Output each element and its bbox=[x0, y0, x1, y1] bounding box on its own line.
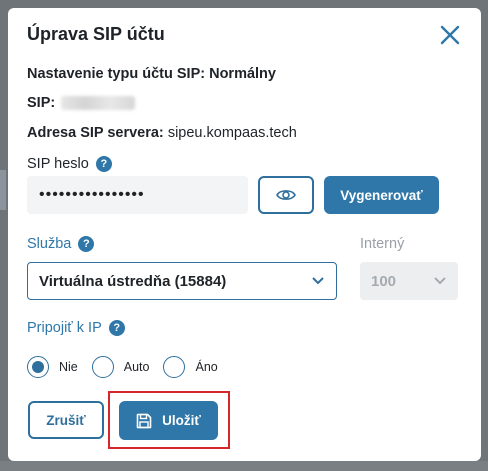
service-select-value: Virtuálna ústredňa (15884) bbox=[39, 272, 227, 290]
show-password-button[interactable] bbox=[258, 176, 314, 214]
account-type-info: Nastavenie typu účtu SIP: Normálny bbox=[27, 66, 276, 82]
radio-auto[interactable]: Auto bbox=[91, 356, 149, 378]
radio-circle[interactable] bbox=[27, 356, 49, 378]
radio-circle[interactable] bbox=[163, 356, 186, 378]
chevron-down-icon bbox=[434, 277, 446, 285]
save-icon bbox=[136, 413, 152, 428]
connect-ip-label: Pripojiť k IP? bbox=[27, 320, 125, 336]
close-icon[interactable] bbox=[439, 24, 461, 46]
radio-circle[interactable] bbox=[91, 356, 114, 378]
connect-ip-radio-group: Nie Auto Áno bbox=[27, 356, 232, 378]
help-icon[interactable]: ? bbox=[95, 156, 112, 172]
internal-select: 100 bbox=[360, 262, 458, 300]
chevron-down-icon bbox=[312, 277, 324, 285]
sip-number-info: SIP: bbox=[27, 95, 136, 111]
sip-server-value: sipeu.kompaas.tech bbox=[167, 125, 297, 141]
help-icon[interactable]: ? bbox=[108, 320, 125, 336]
eye-icon bbox=[276, 190, 296, 200]
internal-select-value: 100 bbox=[371, 272, 397, 290]
internal-label: Interný bbox=[360, 236, 405, 252]
service-label: Služba? bbox=[27, 236, 95, 252]
service-select[interactable]: Virtuálna ústredňa (15884) bbox=[27, 262, 337, 300]
radio-ano[interactable]: Áno bbox=[163, 356, 218, 378]
cancel-button[interactable]: Zrušiť bbox=[28, 401, 104, 439]
sip-password-input[interactable]: •••••••••••••••• bbox=[27, 176, 248, 214]
sip-password-label: SIP heslo? bbox=[27, 156, 112, 172]
help-icon[interactable]: ? bbox=[78, 236, 95, 252]
save-button[interactable]: Uložiť bbox=[119, 401, 218, 440]
background-page-element bbox=[0, 170, 6, 210]
radio-nie[interactable]: Nie bbox=[27, 356, 78, 378]
edit-sip-account-dialog: Úprava SIP účtu Nastavenie typu účtu SIP… bbox=[8, 8, 481, 461]
dialog-title: Úprava SIP účtu bbox=[27, 24, 165, 44]
generate-password-button[interactable]: Vygenerovať bbox=[324, 176, 439, 214]
sip-server-info: Adresa SIP servera: sipeu.kompaas.tech bbox=[27, 125, 297, 141]
sip-number-redacted bbox=[61, 96, 136, 110]
background-page bbox=[0, 461, 488, 471]
